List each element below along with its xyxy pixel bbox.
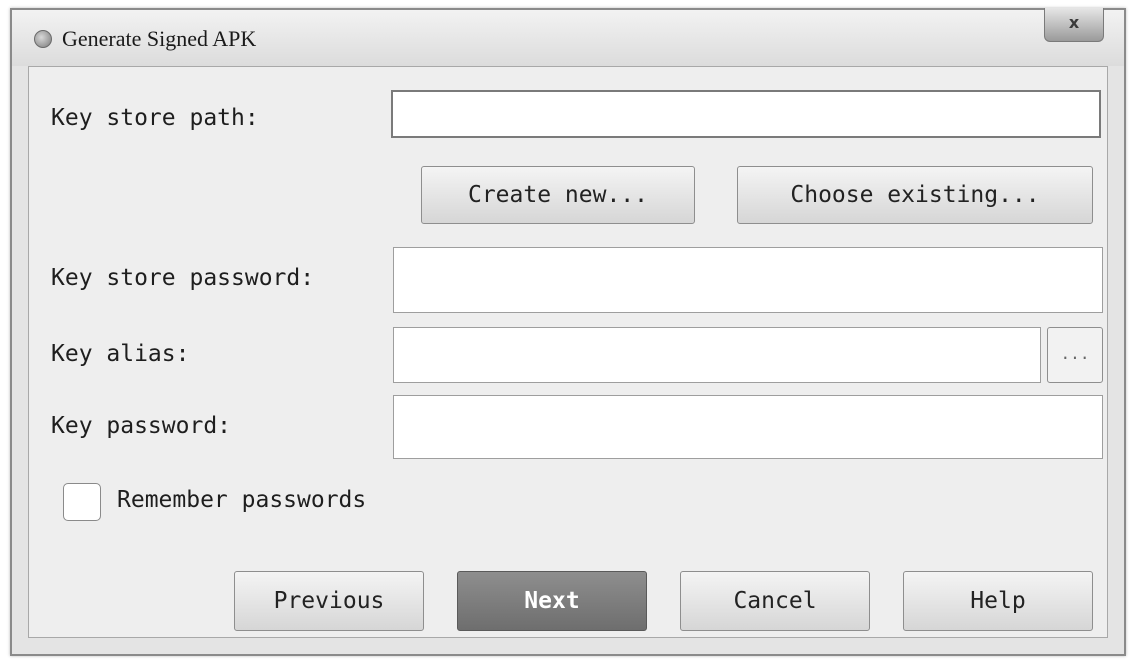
- remember-passwords-label[interactable]: Remember passwords: [117, 487, 366, 513]
- remember-passwords-checkbox[interactable]: [63, 483, 101, 521]
- app-icon: [34, 30, 52, 48]
- browse-key-alias-button[interactable]: ...: [1047, 327, 1103, 383]
- key-store-path-input[interactable]: [391, 90, 1101, 138]
- key-alias-label: Key alias:: [51, 341, 190, 367]
- key-store-password-label: Key store password:: [51, 265, 315, 291]
- key-alias-input[interactable]: [393, 327, 1041, 383]
- choose-existing-button[interactable]: Choose existing...: [737, 166, 1093, 224]
- create-new-button[interactable]: Create new...: [421, 166, 695, 224]
- dialog-title: Generate Signed APK: [62, 26, 257, 51]
- next-button[interactable]: Next: [457, 571, 647, 631]
- help-button[interactable]: Help: [903, 571, 1093, 631]
- previous-button[interactable]: Previous: [234, 571, 424, 631]
- key-password-input[interactable]: [393, 395, 1103, 459]
- close-icon: x: [1068, 13, 1080, 32]
- key-password-label: Key password:: [51, 413, 232, 439]
- key-store-password-input[interactable]: [393, 247, 1103, 313]
- close-button[interactable]: x: [1044, 8, 1104, 42]
- generate-signed-apk-dialog: Generate Signed APK x Key store path: Cr…: [10, 8, 1126, 656]
- dialog-body: Key store path: Create new... Choose exi…: [28, 66, 1108, 638]
- cancel-button[interactable]: Cancel: [680, 571, 870, 631]
- key-store-path-label: Key store path:: [51, 105, 259, 131]
- title-bar[interactable]: Generate Signed APK x: [12, 8, 1124, 66]
